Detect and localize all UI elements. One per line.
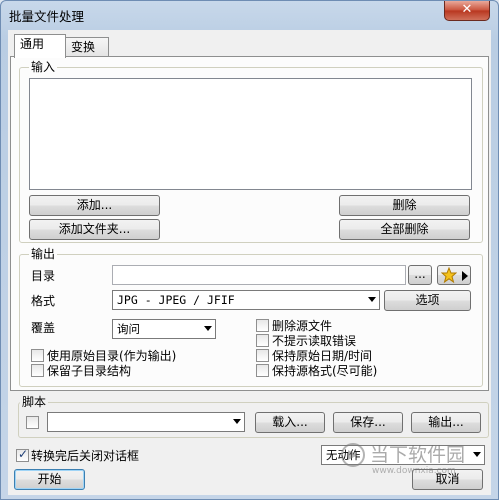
- tab-general-label: 通用: [20, 37, 45, 51]
- no-read-error-label: 不提示读取错误: [272, 334, 357, 348]
- close-after-convert-label: 转换完后关闭对话框: [31, 449, 140, 463]
- delete-all-button-label: 全部删除: [380, 222, 429, 236]
- keep-date-label: 保持原始日期/时间: [272, 349, 373, 363]
- no-read-error-checkbox[interactable]: [256, 334, 269, 347]
- star-icon: [441, 267, 457, 283]
- chevron-down-icon: [233, 419, 241, 424]
- export-script-label: 输出...: [428, 415, 464, 429]
- delete-all-button[interactable]: 全部删除: [339, 219, 470, 240]
- watermark-url: www.downxia.com: [372, 466, 456, 476]
- script-enable-checkbox[interactable]: [26, 416, 39, 429]
- save-script-button[interactable]: 保存...: [333, 412, 403, 433]
- use-original-dir-label: 使用原始目录(作为输出): [47, 349, 177, 363]
- watermark-text: 当下软件园: [370, 444, 466, 466]
- overwrite-label: 覆盖: [31, 321, 56, 335]
- script-group-legend: 脚本: [20, 395, 49, 409]
- format-value: JPG - JPEG / JFIF: [117, 293, 235, 307]
- load-script-label: 载入...: [272, 415, 308, 429]
- delete-source-label: 删除源文件: [272, 319, 333, 333]
- tab-transform[interactable]: 变换: [65, 37, 109, 58]
- options-button-label: 选项: [415, 293, 440, 307]
- keep-format-label: 保持源格式(尽可能): [272, 364, 378, 378]
- keep-subdirs-checkbox[interactable]: [31, 364, 44, 377]
- delete-button-label: 删除: [392, 198, 417, 212]
- tab-panel-general: 输入 添加... 添加文件夹... 删除 全部删除 输出 目录 ... 格式 J…: [10, 56, 489, 391]
- chevron-right-icon: [462, 271, 468, 281]
- input-group-legend: 输入: [29, 60, 58, 74]
- tab-general[interactable]: 通用: [14, 34, 66, 58]
- browse-button-label: ...: [414, 267, 426, 281]
- format-label: 格式: [31, 294, 56, 308]
- add-button-label: 添加...: [76, 198, 113, 212]
- load-script-button[interactable]: 载入...: [255, 412, 325, 433]
- directory-input[interactable]: [112, 265, 406, 285]
- format-select[interactable]: JPG - JPEG / JFIF: [112, 290, 380, 310]
- add-folder-button[interactable]: 添加文件夹...: [29, 219, 160, 240]
- watermark: 当下软件园 www.downxia.com: [340, 440, 490, 496]
- watermark-logo-icon: [341, 443, 365, 467]
- close-after-convert-checkbox[interactable]: [16, 447, 29, 462]
- overwrite-value: 询问: [117, 322, 140, 336]
- delete-source-checkbox[interactable]: [256, 319, 269, 332]
- favorite-directory-button[interactable]: [437, 265, 471, 285]
- directory-label: 目录: [31, 269, 56, 283]
- delete-button[interactable]: 删除: [339, 195, 470, 216]
- output-group-legend: 输出: [29, 247, 58, 261]
- options-button[interactable]: 选项: [384, 290, 471, 311]
- title-bar: 批量文件处理 ✕: [1, 1, 498, 29]
- tab-transform-label: 变换: [71, 40, 96, 54]
- use-original-dir-checkbox[interactable]: [31, 349, 44, 362]
- keep-date-checkbox[interactable]: [256, 349, 269, 362]
- overwrite-select[interactable]: 询问: [112, 319, 216, 339]
- chevron-down-icon: [204, 326, 212, 331]
- add-folder-button-label: 添加文件夹...: [58, 222, 131, 236]
- start-button[interactable]: 开始: [14, 469, 85, 490]
- export-script-button[interactable]: 输出...: [411, 412, 481, 433]
- start-button-label: 开始: [37, 472, 62, 486]
- chevron-down-icon: [368, 297, 376, 302]
- keep-subdirs-label: 保留子目录结构: [47, 364, 132, 378]
- add-button[interactable]: 添加...: [29, 195, 160, 216]
- keep-format-checkbox[interactable]: [256, 364, 269, 377]
- close-button[interactable]: ✕: [444, 1, 490, 21]
- window-title: 批量文件处理: [9, 9, 85, 24]
- script-select[interactable]: [47, 412, 245, 432]
- browse-directory-button[interactable]: ...: [408, 265, 432, 285]
- save-script-label: 保存...: [350, 415, 386, 429]
- input-file-list[interactable]: [29, 78, 472, 190]
- close-icon: ✕: [461, 2, 473, 17]
